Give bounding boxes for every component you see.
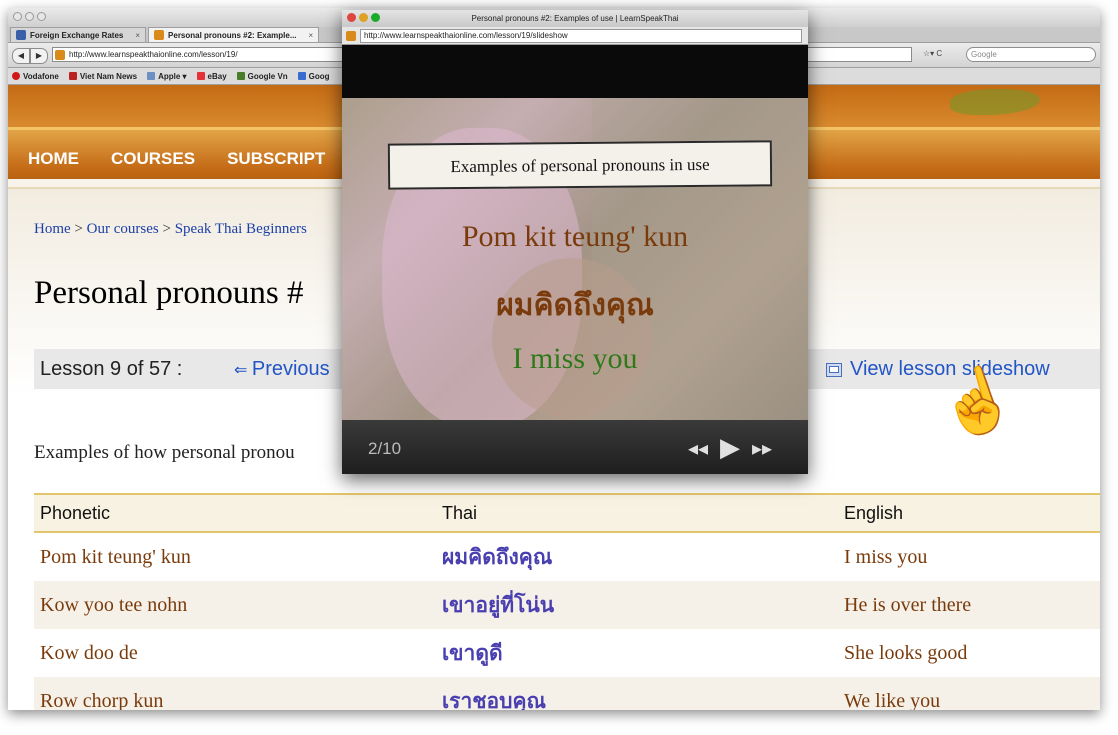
english-cell: She looks good <box>844 641 968 664</box>
phonetic-cell: Kow doo de <box>40 641 138 664</box>
forward-arrow-icon[interactable]: ▶ <box>30 48 48 64</box>
slide-image: Examples of personal pronouns in use Pom… <box>342 98 808 420</box>
popup-close-button[interactable] <box>347 13 356 22</box>
site-favicon-icon <box>346 30 356 41</box>
tab-foreign-exchange[interactable]: Foreign Exchange Rates × <box>10 27 147 42</box>
back-arrow-icon[interactable]: ◀ <box>12 48 30 64</box>
slideshow-controls: 2/10 ◂◂ ▶ ▸▸ <box>342 420 808 474</box>
vodafone-icon <box>12 72 20 80</box>
breadcrumb: Home > Our courses > Speak Thai Beginner… <box>34 221 307 237</box>
bookmark-vietnam-news[interactable]: Viet Nam News <box>68 72 137 81</box>
english-cell: I miss you <box>844 545 928 568</box>
popup-title-bar: Personal pronouns #2: Examples of use | … <box>342 10 808 27</box>
breadcrumb-our-courses[interactable]: Our courses <box>87 221 159 237</box>
breadcrumb-course[interactable]: Speak Thai Beginners <box>175 221 307 237</box>
table-row: Kow doo de เขาดูดี She looks good <box>34 629 1100 677</box>
slide-counter: 2/10 <box>368 439 402 458</box>
popup-zoom-button[interactable] <box>371 13 380 22</box>
previous-lesson-link[interactable]: ⇐ Previous <box>234 358 330 381</box>
google-icon <box>236 72 245 80</box>
tab-personal-pronouns[interactable]: Personal pronouns #2: Example... × <box>148 27 320 42</box>
slideshow-icon <box>826 362 842 377</box>
thai-cell: ผมคิดถึงคุณ <box>442 544 553 569</box>
breadcrumb-home[interactable]: Home <box>34 221 71 237</box>
thai-cell: เราชอบคุณ <box>442 688 546 711</box>
english-cell: We like you <box>844 689 941 711</box>
column-header-thai: Thai <box>442 502 478 523</box>
tab-close-icon[interactable]: × <box>135 31 140 40</box>
thai-cell: เขาอยู่ที่โน่น <box>442 592 555 617</box>
menu-courses[interactable]: COURSES <box>111 149 195 169</box>
rewind-icon[interactable]: ◂◂ <box>688 436 708 461</box>
site-favicon-icon <box>154 30 165 40</box>
bookmark-apple[interactable]: Apple ▾ <box>147 72 187 81</box>
translate-icon <box>297 72 306 80</box>
bookmark-goog[interactable]: Goog <box>297 72 330 81</box>
menu-subscriptions[interactable]: SUBSCRIPT <box>227 149 325 169</box>
bookmark-ebay[interactable]: eBay <box>196 72 227 81</box>
bookmark-star-icon[interactable]: ☆▾ C <box>923 49 942 58</box>
menu-home[interactable]: HOME <box>28 149 79 169</box>
search-input[interactable]: Google <box>966 47 1096 62</box>
english-cell: He is over there <box>844 593 972 616</box>
slide-caption: Examples of personal pronouns in use <box>387 140 773 190</box>
popup-address-row: http://www.learnspeakthaionline.com/less… <box>342 27 808 45</box>
site-favicon-icon <box>16 30 26 40</box>
news-icon <box>68 72 77 80</box>
intro-text: Examples of how personal pronou <box>34 442 295 463</box>
phonetic-cell: Row chorp kun <box>40 689 164 711</box>
popup-address-bar[interactable]: http://www.learnspeakthaionline.com/less… <box>360 28 802 43</box>
search-placeholder: Google <box>971 50 997 59</box>
popup-url: http://www.learnspeakthaionline.com/less… <box>364 31 568 40</box>
popup-title: Personal pronouns #2: Examples of use | … <box>471 14 679 23</box>
tab-label: Personal pronouns #2: Example... <box>168 30 297 40</box>
slide-top-area <box>342 45 808 99</box>
close-window-button[interactable] <box>13 12 22 21</box>
slideshow-popup-window: Personal pronouns #2: Examples of use | … <box>342 10 808 474</box>
banner-decoration <box>950 89 1040 115</box>
arrow-left-icon: ⇐ <box>234 362 252 379</box>
address-bar-url: http://www.learnspeakthaionline.com/less… <box>69 50 238 59</box>
folder-icon <box>147 72 156 80</box>
slide-thai: ผมคิดถึงคุณ <box>496 288 654 323</box>
slide-english: I miss you <box>512 342 638 375</box>
table-header: Phonetic Thai English <box>34 493 1100 533</box>
examples-table: Phonetic Thai English Pom kit teung' kun… <box>34 493 1100 710</box>
thai-cell: เขาดูดี <box>442 640 503 665</box>
popup-window-controls <box>347 13 380 22</box>
ebay-icon <box>196 72 205 80</box>
zoom-window-button[interactable] <box>37 12 46 21</box>
slide-phonetic: Pom kit teung' kun <box>461 220 689 253</box>
table-row: Kow yoo tee nohn เขาอยู่ที่โน่น He is ov… <box>34 581 1100 629</box>
table-row: Row chorp kun เราชอบคุณ We like you <box>34 677 1100 710</box>
table-row: Pom kit teung' kun ผมคิดถึงคุณ I miss yo… <box>34 533 1100 581</box>
site-favicon-icon <box>55 49 65 60</box>
page-title: Personal pronouns # <box>34 275 304 311</box>
bookmark-google-vn[interactable]: Google Vn <box>236 72 288 81</box>
column-header-phonetic: Phonetic <box>40 502 111 523</box>
popup-minimize-button[interactable] <box>359 13 368 22</box>
bookmark-vodafone[interactable]: Vodafone <box>12 72 59 81</box>
tab-label: Foreign Exchange Rates <box>30 30 124 40</box>
fast-forward-icon[interactable]: ▸▸ <box>752 436 772 461</box>
phonetic-cell: Kow yoo tee nohn <box>40 593 188 616</box>
window-controls <box>13 12 46 21</box>
tab-close-icon[interactable]: × <box>309 31 314 40</box>
history-buttons: ◀ ▶ <box>12 48 48 64</box>
column-header-english: English <box>844 502 904 523</box>
lesson-number: Lesson 9 of 57 : <box>40 358 183 380</box>
play-icon[interactable]: ▶ <box>720 432 740 463</box>
minimize-window-button[interactable] <box>25 12 34 21</box>
phonetic-cell: Pom kit teung' kun <box>40 545 191 568</box>
